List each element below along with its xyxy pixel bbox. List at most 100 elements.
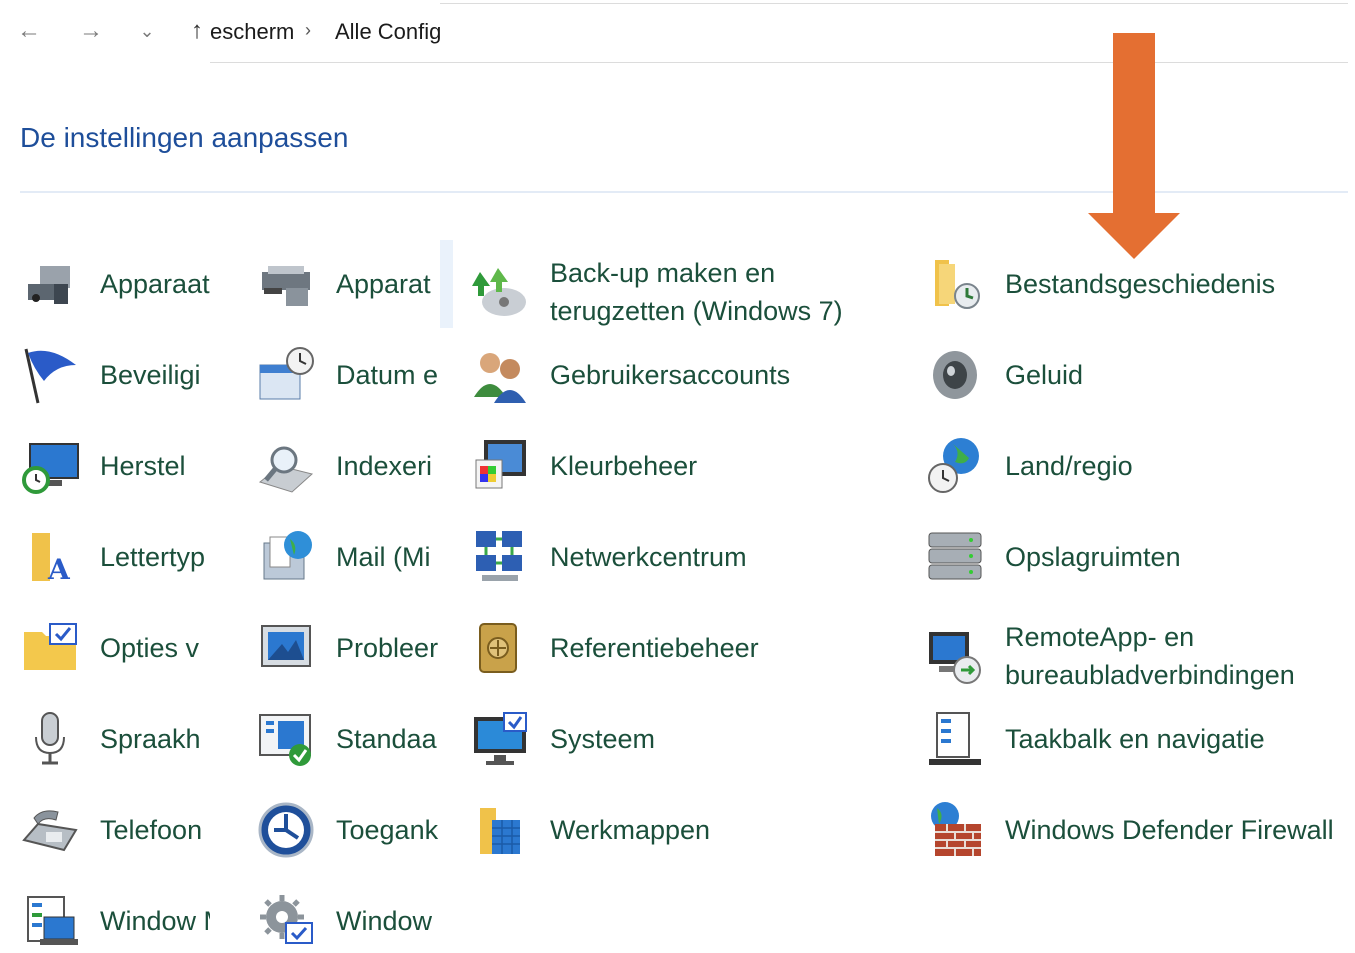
cp-item[interactable]: Herstel [20,436,210,496]
item-label: Standaa [336,724,437,754]
item-label: Datum e [336,360,439,390]
cp-item[interactable]: Geluid [925,345,1355,405]
windows-tools-icon [260,895,313,944]
item-label: Referentiebeheer [550,633,759,663]
item-label: RemoteApp- en bureaubladverbindingen [1005,622,1295,690]
recovery-icon [22,443,79,494]
storage-spaces-icon [928,532,982,580]
fonts-folder-icon: A [32,533,71,586]
color-management-icon [475,440,526,489]
security-flag-icon [24,348,76,404]
cp-item[interactable]: Datum e [256,345,440,405]
network-center-icon [476,531,522,581]
cp-item[interactable]: RemoteApp- en bureaubladverbindingen [925,618,1355,694]
item-label: Windows Defender Firewall [1005,815,1334,845]
cp-item[interactable]: Gebruikersaccounts [470,345,910,405]
up-arrow-icon[interactable]: ↑ [184,18,210,44]
item-label: Back-up maken en terugzetten (Windows 7) [550,258,843,326]
mail-icon [263,531,312,580]
cp-item[interactable]: Netwerkcentrum [470,527,910,587]
item-label: Land/regio [1005,451,1133,481]
item-label: Lettertyp [100,542,206,572]
phone-modem-icon [22,810,78,852]
item-label: Herstel [100,451,186,481]
mobility-center-icon [27,896,78,945]
cp-item[interactable]: Apparaat [20,254,210,314]
cp-item[interactable]: Opties v [20,618,210,678]
firewall-icon [931,802,981,856]
item-label: Beveiligi [100,360,201,390]
cp-item[interactable]: Back-up maken en terugzetten (Windows 7) [470,254,910,330]
svg-text:A: A [47,553,71,586]
item-label: Kleurbeheer [550,451,698,481]
item-label: Telefoon [100,815,203,845]
cp-item[interactable]: Land/regio [925,436,1355,496]
cp-item[interactable]: A Lettertyp [20,527,210,587]
address-bar-border [440,3,1348,4]
cp-item[interactable]: Window Mobilitei [20,891,210,951]
region-globe-icon [928,438,979,493]
file-history-icon [935,260,980,309]
backup-restore-icon [472,268,526,316]
cp-item[interactable]: Standaa [256,709,440,769]
column-splitter [440,240,453,328]
item-label: Bestandsgeschiedenis [1005,269,1276,299]
item-label: Werkmappen [550,815,711,845]
item-label: Apparat [336,269,431,299]
user-accounts-icon [474,353,526,403]
item-label: Spraakh [100,724,201,754]
cp-item[interactable]: Spraakh [20,709,210,769]
breadcrumb-item[interactable]: Alle Config [335,19,441,45]
speaker-icon [933,351,977,399]
cp-item[interactable]: Mail (Mi [256,527,440,587]
folder-options-icon [24,623,77,670]
cp-item[interactable]: Windows Defender Firewall [925,800,1355,860]
item-label: Systeem [550,724,656,754]
cp-item[interactable]: Beveiligi [20,345,210,405]
work-folders-icon [480,808,520,854]
cp-item[interactable]: Telefoon [20,800,210,860]
breadcrumb-separator-icon: › [305,20,311,40]
indexing-icon [258,446,314,493]
cp-item[interactable]: Kleurbeheer [470,436,910,496]
item-label: Indexeri [336,451,433,481]
cp-item[interactable]: Taakbalk en navigatie [925,709,1355,769]
chevron-down-icon[interactable]: ⌄ [134,18,160,44]
cp-item[interactable]: Toegank [256,800,440,860]
cp-item[interactable]: Indexeri [256,436,440,496]
item-label: Mail (Mi [336,542,431,572]
cp-item[interactable]: Probleer [256,618,440,678]
cp-item[interactable]: Systeem [470,709,910,769]
date-time-icon [259,347,314,400]
forward-arrow-icon[interactable]: → [78,18,104,44]
item-label: Gebruikersaccounts [550,360,791,390]
item-label: Geluid [1005,360,1084,390]
cp-item[interactable]: Window [256,891,440,951]
back-arrow-icon[interactable]: ← [16,18,42,44]
devices-printers-icon [262,266,310,306]
remoteapp-icon [929,632,981,684]
item-label: Window Mobilitei [100,906,210,936]
cp-item[interactable]: Opslagruimten [925,527,1355,587]
troubleshooting-icon [261,625,311,667]
item-label: Taakbalk en navigatie [1005,724,1265,754]
cp-item[interactable]: Werkmappen [470,800,910,860]
item-label: Window [336,906,433,936]
taskbar-icon [929,712,981,765]
credential-manager-icon [479,623,517,673]
item-label: Opties v [100,633,200,663]
item-label: Probleer [336,633,439,663]
item-label: Opslagruimten [1005,542,1181,572]
cp-item[interactable]: Referentiebeheer [470,618,910,678]
cp-item[interactable]: Bestandsgeschiedenis [925,254,1355,314]
item-label: Toegank [336,815,439,845]
microphone-icon [35,712,65,765]
breadcrumb-item[interactable]: escherm [210,19,300,45]
default-programs-icon [259,714,311,766]
down-arrow-icon [1088,33,1180,259]
cp-item[interactable]: Apparat [256,254,440,314]
device-manager-icon [28,266,70,304]
item-label: Netwerkcentrum [550,542,747,572]
accessibility-icon [258,802,314,858]
page-title: De instellingen aanpassen [20,122,349,153]
